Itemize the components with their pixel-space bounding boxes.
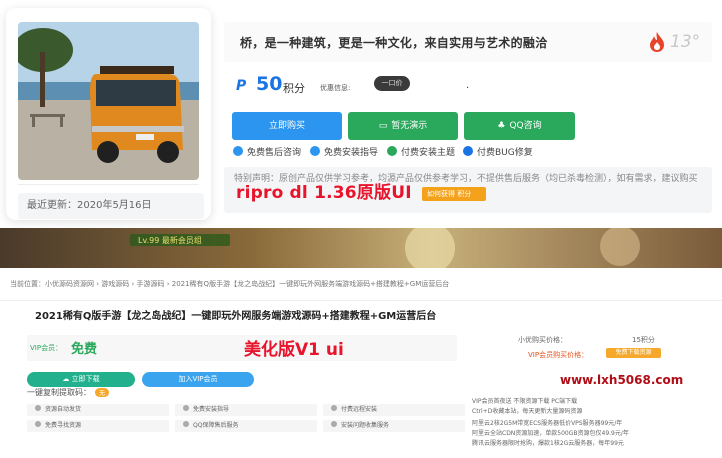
download-button[interactable]: ☁ 立即下载 [27,372,135,387]
service-qq-support: QQ保障售后服务 [175,420,317,432]
qq-label: QQ咨询 [509,121,542,131]
qq-penguin-icon: ♣ [497,121,506,131]
van-beach-image [18,22,199,180]
product-card: 最近更新：2020年5月16日 [6,8,211,220]
service-label: QQ保障售后服务 [193,422,239,429]
feature-free-install: 免费安装指导 [310,146,378,160]
feature-paid-bugfix: 付费BUG修复 [463,146,533,160]
download-label: 立即下载 [71,375,100,383]
cloud-icon: ☁ [62,375,72,383]
vip-purchase-label: VIP会员购买价格： [528,351,589,359]
screenshot-root: 最近更新：2020年5月16日 桥，是一种建筑，更是一种文化，来自实用与艺术的融… [0,0,722,458]
last-updated: 最近更新：2020年5月16日 [18,193,204,219]
demo-button[interactable]: ▭ 暂无演示 [348,112,458,140]
banner-image: Lv.99 最新会员组 [0,228,722,268]
buy-now-label: 立即购买 [268,121,305,131]
wrench-icon [310,146,320,156]
service-icon [331,421,337,427]
price-unit: 积分 [283,82,305,95]
vip-price-row: VIP会员： 免费 [27,335,457,361]
service-issue-collection: 安装问题收集服务 [323,420,465,432]
feature-label: 免费安装指导 [324,148,379,158]
service-icon [35,421,41,427]
info-line: VIP会员首夜送 不限资源下载 PC端下载 [472,398,578,405]
fire-icon [650,32,664,52]
join-vip-button[interactable]: 加入VIP会员 [142,372,254,387]
product-title-bar: 桥，是一种建筑，更是一种文化，来自实用与艺术的融洽 13° [224,22,712,62]
monitor-icon: ▭ [378,121,388,131]
buy-now-button[interactable]: 立即购买 [232,112,342,140]
vip-label: VIP会员： [30,344,63,352]
service-auto-delivery: 资源自动发货 [27,404,169,416]
service-remote-install: 付费远程安装 [323,404,465,416]
feature-paid-theme: 付费安装主题 [387,146,455,160]
copy-label: 一键复制提取码： [27,388,91,397]
service-label: 免费安装指导 [193,406,230,413]
feature-label: 免费售后咨询 [247,148,302,158]
gift-icon [387,146,397,156]
price-value: 50 [256,73,283,95]
service-icon [35,405,41,411]
dot-text: . [466,80,470,91]
service-icon [183,405,189,411]
overlay-caption-bottom: 美化版V1 ui [244,340,344,360]
service-find-resource: 免费寻找资源 [27,420,169,432]
service-label: 付费远程安装 [341,406,378,413]
feature-free-support: 免费售后咨询 [233,146,301,160]
bug-icon [463,146,473,156]
service-label: 安装问题收集服务 [341,422,390,429]
feature-label: 付费安装主题 [401,148,456,158]
service-icon [331,405,337,411]
service-free-install: 免费安装指导 [175,404,317,416]
qq-consult-button[interactable]: ♣ QQ咨询 [464,112,575,140]
overlay-caption-top: ripro dl 1.36原版UI [236,183,412,203]
service-icon [183,421,189,427]
free-label: 免费 [71,342,98,357]
service-label: 免费寻找资源 [45,422,82,429]
breadcrumb: 当前位置：小优源码资源网 › 游戏源码 › 手游源码 › 2021稀有Q版手游【… [0,268,722,300]
purchase-price-label: 小优购买价格： [518,336,567,344]
product-title: 桥，是一种建筑，更是一种文化，来自实用与艺术的融洽 [240,36,548,50]
site-watermark: www.lxh5068.com [560,373,684,387]
service-label: 资源自动发货 [45,406,82,413]
divider [0,300,722,301]
discount-label: 优惠信息: [320,84,351,92]
vip-free-download-badge: 免费下载资源 [606,348,661,358]
divider [18,184,199,185]
info-line: Ctrl+D收藏本站，每天更新大量源码资源 [472,408,583,415]
product-thumbnail[interactable] [18,22,199,180]
info-line[interactable]: 腾讯云服务器限时抢购，爆款1核2G云服务器，每年99元 [472,438,624,447]
info-line[interactable]: 阿里云全站CDN资源加速，单款500GB资源包仅49.9元/年 [472,428,629,437]
game-banner: Lv.99 最新会员组 [0,228,722,268]
discount-pill: 一口价 [374,76,410,91]
copy-badge: 无 [95,388,110,397]
how-to-get-points-button[interactable]: 如何获得 积分 [422,187,486,201]
copy-code-row[interactable]: 一键复制提取码： 无 [27,387,110,398]
feature-label: 付费BUG修复 [477,148,533,158]
shield-icon [233,146,243,156]
view-count: 13° [670,32,701,52]
info-line[interactable]: 阿里云2核2G5M带宽ECS服务器低价VPS服务器99元/年 [472,418,622,427]
demo-label: 暂无演示 [391,121,428,131]
post-title: 2021稀有Q版手游【龙之岛战纪】一键即玩外网服务端游戏源码+搭建教程+GM运营… [35,311,437,322]
banner-text: Lv.99 最新会员组 [138,235,202,245]
points-icon: P [236,78,247,94]
purchase-price-value: 15积分 [632,336,655,344]
